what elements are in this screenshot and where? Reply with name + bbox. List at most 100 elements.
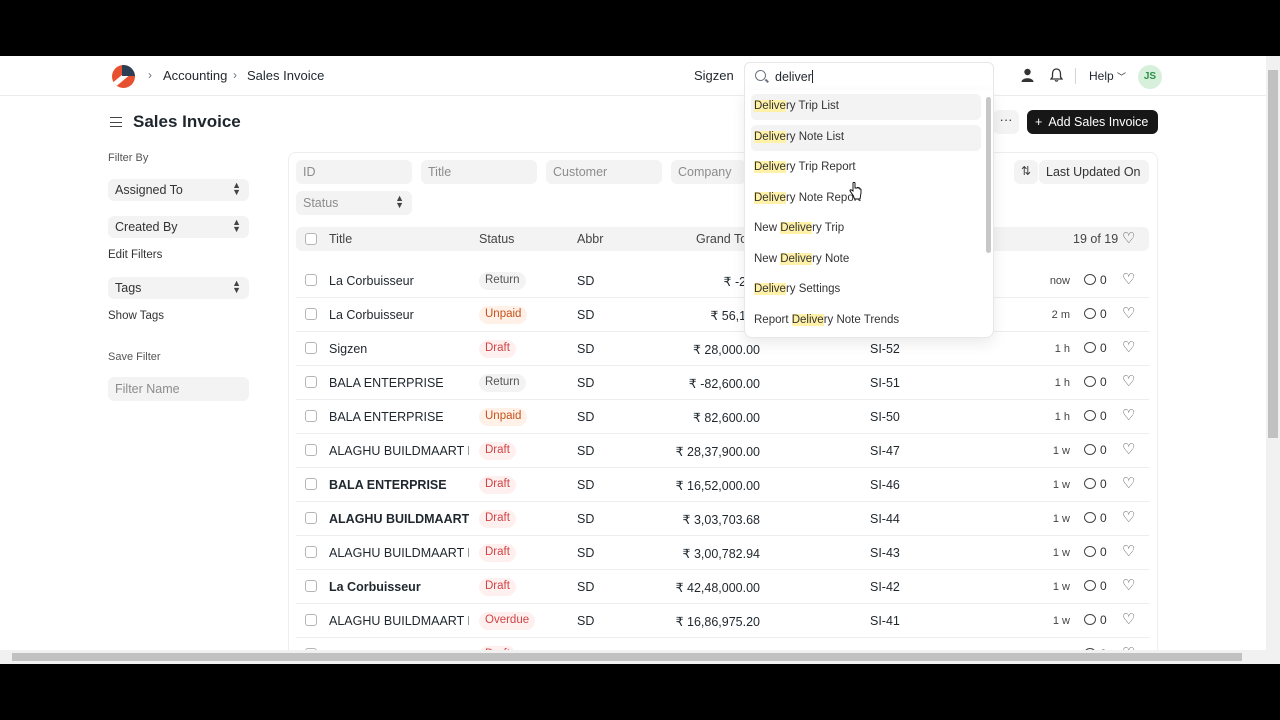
sort-order-icon[interactable]: ⇅ <box>1014 160 1038 184</box>
comment-icon[interactable] <box>1084 274 1096 285</box>
table-row[interactable]: BALA ENTERPRISE Return SD ₹ -82,600.00 SI-51… <box>296 366 1149 400</box>
comment-icon[interactable] <box>1084 376 1096 387</box>
edit-filters-link[interactable]: Edit Filters <box>108 249 162 261</box>
comment-icon[interactable] <box>1084 546 1096 557</box>
row-checkbox[interactable] <box>305 410 317 422</box>
row-checkbox[interactable] <box>305 580 317 592</box>
avatar[interactable]: JS <box>1138 65 1162 89</box>
row-checkbox[interactable] <box>305 376 317 388</box>
customer-filter-input[interactable]: Customer <box>546 160 662 184</box>
row-title[interactable]: BALA ENTERPRISE <box>329 410 469 424</box>
row-title[interactable]: La Corbuisseur <box>329 580 469 594</box>
heart-icon[interactable]: ♡ <box>1122 408 1135 423</box>
row-checkbox[interactable] <box>305 342 317 354</box>
search-input[interactable]: deliver <box>775 70 813 84</box>
heart-icon[interactable]: ♡ <box>1122 612 1135 627</box>
row-title[interactable]: Sigzen <box>329 342 469 356</box>
table-row[interactable]: BALA ENTERPRISE Unpaid SD ₹ 82,600.00 SI-50 1… <box>296 400 1149 434</box>
horizontal-scrollbar-thumb[interactable] <box>12 653 1242 661</box>
comment-icon[interactable] <box>1084 512 1096 523</box>
user-icon[interactable] <box>1021 68 1034 85</box>
table-row[interactable]: La Corbuisseur Return SD ₹ -210 now 0 ♡ <box>296 264 1149 298</box>
select-all-checkbox[interactable] <box>305 233 317 245</box>
assigned-to-label: Assigned To <box>115 183 183 197</box>
search-result-item[interactable]: New Delivery Note <box>751 247 981 273</box>
search-result-item[interactable]: Report Delivery Note Trends <box>751 308 981 334</box>
tags-select[interactable]: Tags ▲ ▼ <box>108 277 249 299</box>
show-tags-link[interactable]: Show Tags <box>108 310 164 322</box>
heart-icon[interactable]: ♡ <box>1122 510 1135 525</box>
search-result-item[interactable]: Delivery Trip List <box>751 94 981 120</box>
heart-icon[interactable]: ♡ <box>1122 442 1135 457</box>
breadcrumb-accounting[interactable]: Accounting <box>163 68 227 83</box>
comment-icon[interactable] <box>1084 478 1096 489</box>
search-result-item[interactable]: Delivery Settings <box>751 277 981 303</box>
heart-icon[interactable]: ♡ <box>1122 340 1135 355</box>
dropdown-scrollbar[interactable] <box>986 97 991 253</box>
table-row[interactable]: ALAGHU BUILDMAART P Draft SD ₹ 3,00,782.94 S… <box>296 536 1149 570</box>
table-row[interactable]: Sigzen Draft SD ₹ 28,000.00 SI-52 1 h 0 ♡ <box>296 332 1149 366</box>
hand-cursor-icon <box>849 182 862 200</box>
help-dropdown[interactable]: Help ﹀ <box>1089 69 1126 83</box>
heart-icon[interactable]: ♡ <box>1122 476 1135 491</box>
status-badge: Draft <box>479 510 516 528</box>
heart-icon[interactable]: ♡ <box>1122 578 1135 593</box>
title-filter-input[interactable]: Title <box>421 160 537 184</box>
heart-icon[interactable]: ♡ <box>1122 374 1135 389</box>
comment-icon[interactable] <box>1084 342 1096 353</box>
filter-name-input[interactable]: Filter Name <box>108 377 249 401</box>
id-filter-input[interactable]: ID <box>296 160 412 184</box>
more-actions-button[interactable]: ··· <box>993 110 1019 134</box>
comment-icon[interactable] <box>1084 444 1096 455</box>
row-title[interactable]: BALA ENTERPRISE <box>329 478 469 492</box>
save-filter-label: Save Filter <box>108 351 161 363</box>
row-checkbox[interactable] <box>305 274 317 286</box>
search-result-item[interactable]: Delivery Note List <box>751 124 981 151</box>
heart-icon[interactable]: ♡ <box>1122 544 1135 559</box>
row-checkbox[interactable] <box>305 546 317 558</box>
row-title[interactable]: ALAGHU BUILDMAART P <box>329 444 469 458</box>
bell-icon[interactable] <box>1049 68 1064 85</box>
comment-icon[interactable] <box>1084 580 1096 591</box>
created-by-select[interactable]: Created By ▲ ▼ <box>108 216 249 238</box>
status-column-header: Status <box>479 232 515 246</box>
heart-icon[interactable]: ♡ <box>1122 231 1135 246</box>
heart-icon[interactable]: ♡ <box>1122 272 1135 287</box>
row-title[interactable]: La Corbuisseur <box>329 274 469 288</box>
row-checkbox[interactable] <box>305 512 317 524</box>
assigned-to-select[interactable]: Assigned To ▲ ▼ <box>108 179 249 201</box>
table-row[interactable]: ALAGHU BUILDMAART P Draft SD ₹ 3,03,703.68 S… <box>296 502 1149 536</box>
table-row[interactable]: ALAGHU BUILDMAART P Overdue SD ₹ 16,86,975.… <box>296 604 1149 638</box>
comment-icon[interactable] <box>1084 308 1096 319</box>
row-title[interactable]: ALAGHU BUILDMAART P <box>329 614 469 628</box>
sidebar-toggle-icon[interactable] <box>110 117 122 127</box>
row-checkbox[interactable] <box>305 444 317 456</box>
row-checkbox[interactable] <box>305 614 317 626</box>
sort-by-select[interactable]: Last Updated On <box>1039 160 1149 184</box>
row-title[interactable]: La Corbuisseur <box>329 308 469 322</box>
comment-icon[interactable] <box>1084 410 1096 421</box>
table-row[interactable]: ALAGHU BUILDMAART P Draft SD ₹ 28,37,900.00… <box>296 434 1149 468</box>
navbar: › Accounting › Sales Invoice Sigzen deli… <box>0 56 1266 96</box>
search-result-item[interactable]: New Delivery Trip <box>751 216 981 242</box>
row-title[interactable]: ALAGHU BUILDMAART P <box>329 546 469 560</box>
table-row[interactable]: La Corbuisseur Draft SD ₹ 42,48,000.00 SI-42… <box>296 570 1149 604</box>
row-title[interactable]: ALAGHU BUILDMAART P <box>329 512 469 526</box>
breadcrumb-sales-invoice[interactable]: Sales Invoice <box>247 68 324 83</box>
row-title[interactable]: BALA ENTERPRISE <box>329 376 469 390</box>
page-scrollbar-thumb[interactable] <box>1268 70 1278 438</box>
row-checkbox[interactable] <box>305 308 317 320</box>
heart-icon[interactable]: ♡ <box>1122 306 1135 321</box>
add-sales-invoice-button[interactable]: + Add Sales Invoice <box>1027 110 1158 134</box>
row-checkbox[interactable] <box>305 478 317 490</box>
table-header: Title Status Abbr Grand To 19 of 19 ♡ <box>296 227 1149 251</box>
comment-icon[interactable] <box>1084 614 1096 625</box>
app-logo[interactable] <box>112 65 135 88</box>
search-result-item[interactable]: Delivery Trip Report <box>751 155 981 181</box>
search-result-item[interactable]: Delivery Note Report <box>751 186 981 212</box>
awesomebar-search[interactable]: deliver <box>744 62 994 90</box>
table-row[interactable]: BALA ENTERPRISE Draft SD ₹ 16,52,000.00 SI-4… <box>296 468 1149 502</box>
status-filter-select[interactable]: Status ▲ ▼ <box>296 191 412 215</box>
company-filter-input[interactable]: Company <box>671 160 746 184</box>
table-row[interactable]: La Corbuisseur Unpaid SD ₹ 56,140 2 m 0 ♡ <box>296 298 1149 332</box>
